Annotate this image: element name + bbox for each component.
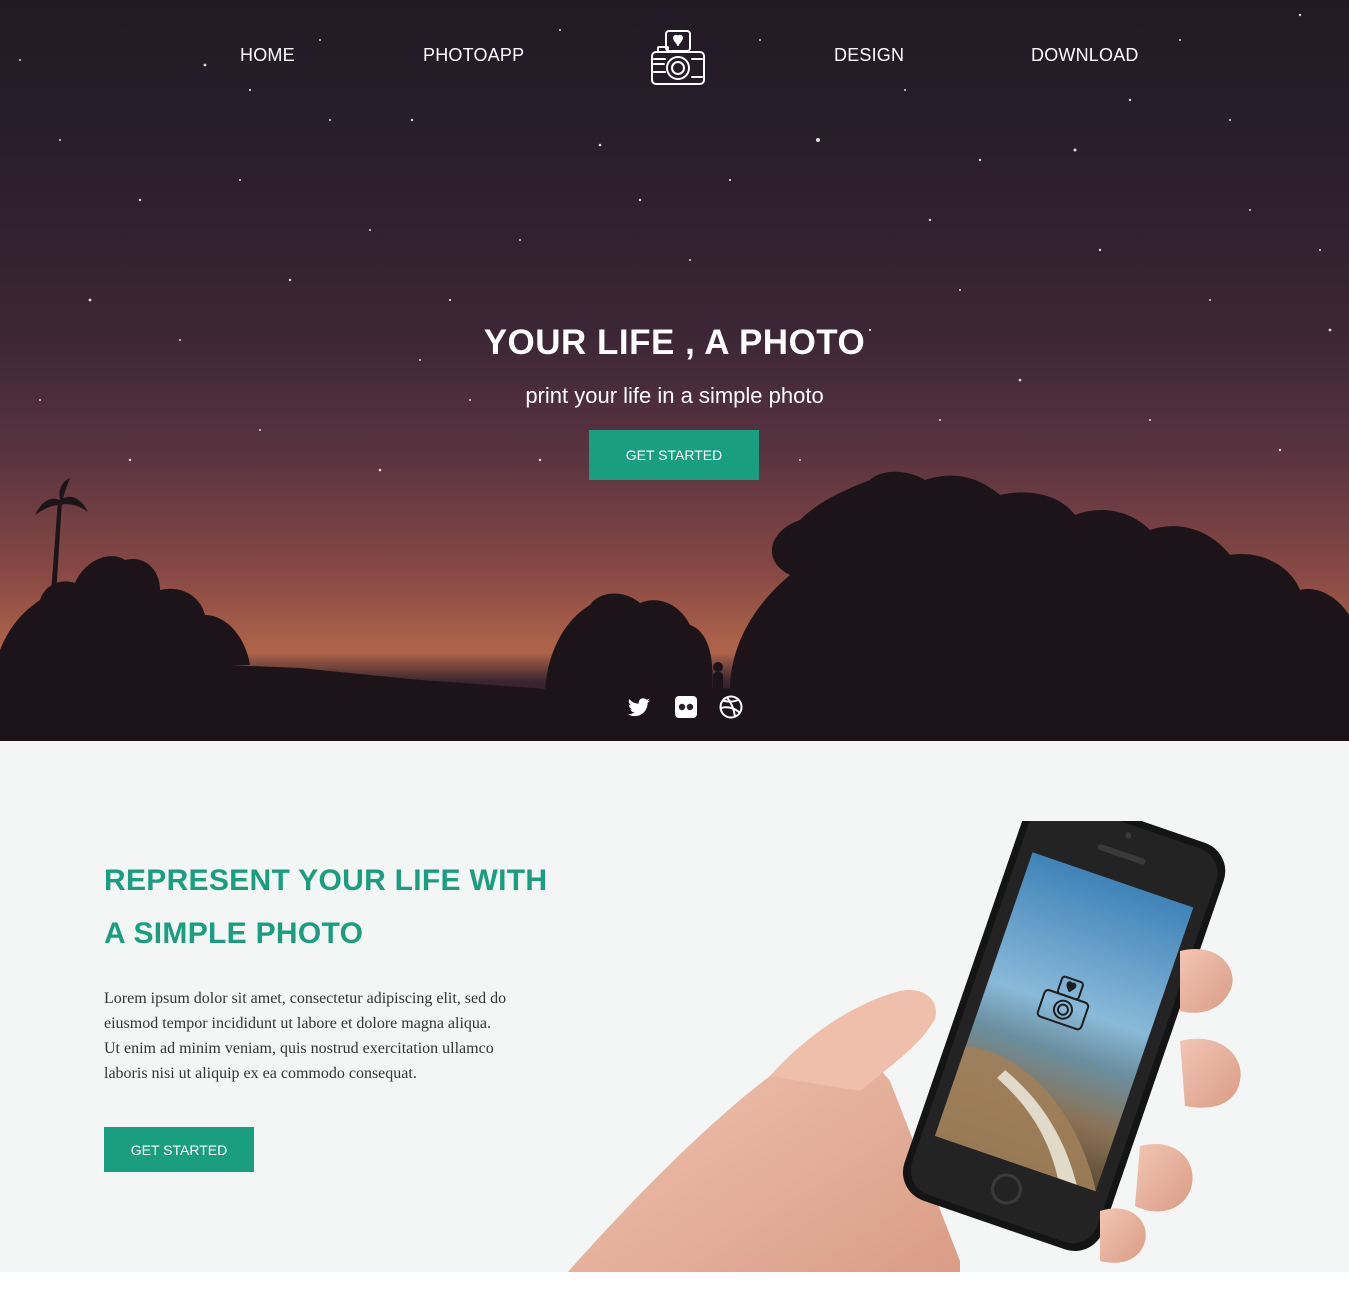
feature-description-line: Lorem ipsum dolor sit amet, consectetur …: [104, 990, 507, 1007]
feature-title-line2: A SIMPLE PHOTO: [104, 917, 364, 950]
top-navigation: HOME PHOTOAPP DESIGN DOWNLOAD: [0, 0, 1349, 110]
feature-get-started-button[interactable]: GET STARTED: [104, 1127, 254, 1172]
nav-design-link[interactable]: DESIGN: [834, 45, 904, 66]
feature-title: REPRESENT YOUR LIFE WITH A SIMPLE PHOTO: [104, 854, 584, 960]
dribbble-icon[interactable]: [718, 694, 744, 720]
feature-title-line1: REPRESENT YOUR LIFE WITH: [104, 864, 548, 897]
phone-in-hand-image: [567, 821, 1241, 1272]
feature-description-line: laboris nisi ut aliquip ex ea commodo co…: [104, 1065, 417, 1082]
feature-section: REPRESENT YOUR LIFE WITH A SIMPLE PHOTO …: [0, 741, 1349, 1272]
twitter-icon[interactable]: [626, 694, 652, 720]
nav-download-link[interactable]: DOWNLOAD: [1031, 45, 1139, 66]
feature-description-line: Ut enim ad minim veniam, quis nostrud ex…: [104, 1040, 494, 1057]
footer-strip: [0, 1272, 1349, 1293]
camera-heart-icon[interactable]: [647, 28, 709, 88]
feature-description: Lorem ipsum dolor sit amet, consectetur …: [104, 986, 574, 1086]
tree-silhouettes: [0, 471, 1349, 741]
hero-get-started-button[interactable]: GET STARTED: [589, 430, 759, 480]
nav-photoapp-link[interactable]: PHOTOAPP: [423, 45, 524, 66]
nav-home-link[interactable]: HOME: [240, 45, 295, 66]
hero-section: HOME PHOTOAPP DESIGN DOWNLOAD YOUR LIFE …: [0, 0, 1349, 741]
hero-subtitle: print your life in a simple photo: [525, 383, 824, 408]
feature-description-line: eiusmod tempor incididunt ut labore et d…: [104, 1015, 492, 1032]
social-links: [0, 694, 1349, 720]
hero-title: YOUR LIFE , A PHOTO: [483, 323, 866, 362]
flickr-icon[interactable]: [673, 694, 699, 720]
